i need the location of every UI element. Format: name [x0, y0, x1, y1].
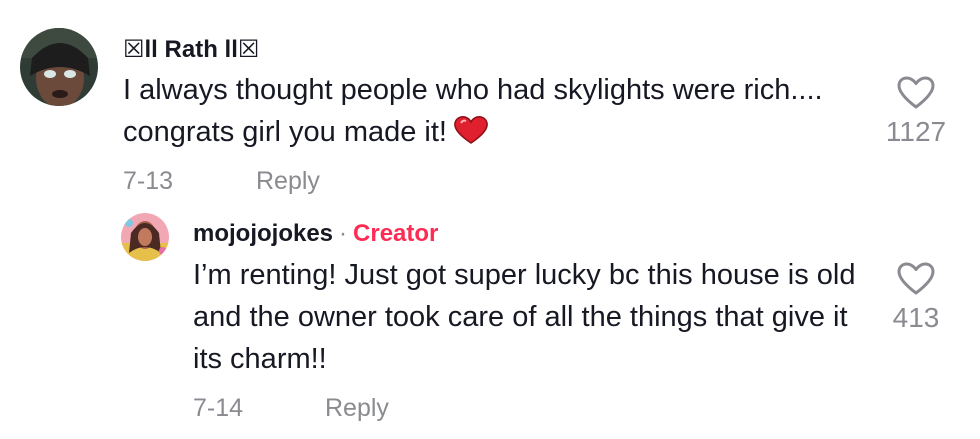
comment-text: I always thought people who had skylight…	[123, 69, 843, 157]
reply-date: 7-14	[193, 394, 244, 422]
creator-badge: Creator	[353, 220, 439, 247]
reply-username[interactable]: mojojojokes	[193, 220, 333, 247]
reply-like-count: 413	[892, 302, 940, 333]
separator-dot: ·	[339, 220, 348, 247]
reply-reply-button[interactable]: Reply	[325, 394, 389, 423]
reply-text: I’m renting! Just got super lucky bc thi…	[193, 259, 856, 375]
red-heart-emoji-icon	[453, 115, 489, 157]
heart-outline-icon	[881, 262, 951, 296]
commenter-avatar[interactable]	[20, 28, 98, 106]
heart-outline-icon	[881, 76, 951, 110]
comment-username[interactable]: ☒ll Rath ll☒	[123, 35, 259, 64]
creator-avatar[interactable]	[121, 213, 169, 261]
comment-like-count: 1127	[885, 116, 947, 147]
comment-reply-button[interactable]: Reply	[256, 167, 320, 196]
reply-header: mojojojokes · Creator	[193, 220, 438, 248]
reply-like-button[interactable]: 413	[881, 262, 951, 334]
comment-like-button[interactable]: 1127	[881, 76, 951, 148]
comment-date: 7-13	[123, 167, 174, 195]
